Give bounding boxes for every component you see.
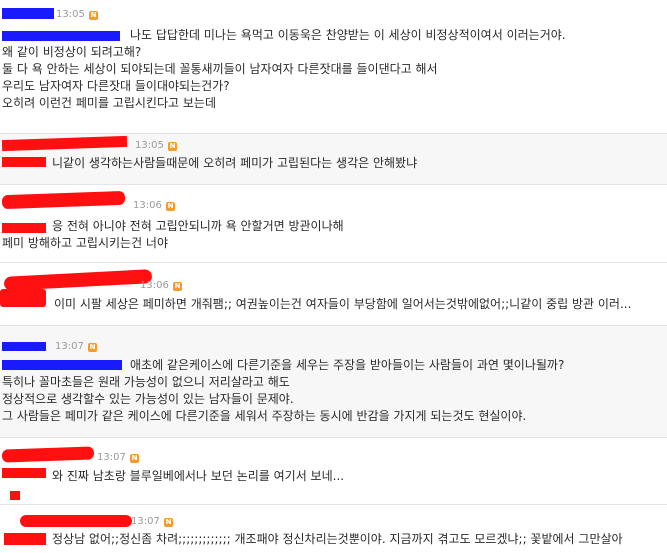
comment-text: 응 전혀 아니야 전혀 고립안되니까 욕 안할거면 방관이나해 (52, 219, 344, 233)
comment-6: 13:07 N 와 진짜 남초랑 블루일베에서나 보던 논리를 여기서 보네..… (0, 438, 667, 504)
redacted-mention (2, 468, 46, 478)
comment-time: 13:07 (131, 516, 160, 527)
comment-text: 우리도 남자여자 다른잣대 들이대야되는건가? (2, 79, 230, 93)
redacted-username (20, 515, 132, 527)
comment-text: 니같이 생각하는사람들때문에 오히려 페미가 고립된다는 생각은 안해봤냐 (52, 156, 418, 170)
new-badge-icon: N (166, 202, 175, 211)
comment-1: 13:05 N 나도 답답한데 미나는 욕먹고 이동욱은 찬양받는 이 세상이 … (0, 0, 667, 133)
redacted-mention (2, 223, 46, 233)
new-badge-icon: N (89, 11, 98, 20)
comment-2: 13:05 N 니같이 생각하는사람들때문에 오히려 페미가 고립된다는 생각은… (0, 134, 667, 184)
comment-text: 둘 다 욕 안하는 세상이 되야되는데 꼴통새끼들이 남자여자 다른잣대를 들이… (2, 62, 438, 76)
comment-5: 13:07 N 애초에 같은케이스에 다른기준을 세우는 주장을 받아들이는 사… (0, 326, 667, 437)
comment-4: 13:06 N 이미 시팔 세상은 페미하면 개줘팸;; 여권높이는건 여자들이… (0, 263, 667, 325)
redacted-username (2, 342, 46, 351)
redaction-mark (10, 491, 20, 500)
new-badge-icon: N (88, 343, 97, 352)
comment-text: 왜 같이 비정상이 되려고해? (2, 45, 142, 59)
redacted-username (3, 269, 153, 291)
comment-text: 애초에 같은케이스에 다른기준을 세우는 주장을 받아들이는 사람들이 과연 몇… (130, 358, 565, 372)
new-badge-icon: N (173, 282, 182, 291)
redacted-username (1, 446, 95, 463)
redacted-mention (0, 289, 46, 307)
comment-text: 정상남 없어;;정신좀 차려;;;;;;;;;;;;; 개조패야 정신차리는것뿐… (52, 532, 623, 546)
comment-time: 13:06 (133, 200, 162, 211)
comment-time: 13:07 (55, 341, 84, 352)
redacted-mention (2, 360, 122, 370)
comment-text: 와 진짜 남초랑 블루일베에서나 보던 논리를 여기서 보네... (52, 469, 345, 483)
comment-7: 13:07 N 정상남 없어;;정신좀 차려;;;;;;;;;;;;; 개조패야… (0, 505, 667, 553)
comment-time: 13:05 (56, 9, 85, 20)
redacted-username (1, 190, 126, 210)
new-badge-icon: N (164, 518, 173, 527)
redacted-mention (2, 157, 46, 167)
redacted-mention (4, 533, 46, 545)
comment-text: 정상적으로 생각할수 있는 가능성이 있는 남자들이 문제야. (2, 392, 294, 406)
new-badge-icon: N (130, 454, 139, 463)
comment-3: 13:06 N 응 전혀 아니야 전혀 고립안되니까 욕 안할거면 방관이나해 … (0, 185, 667, 262)
redacted-mention (2, 31, 120, 41)
comment-time: 13:06 (140, 280, 169, 291)
comment-text: 이미 시팔 세상은 페미하면 개줘팸;; 여권높이는건 여자들이 부당함에 일어… (54, 297, 632, 311)
comment-text: 특히나 꼴마초들은 원래 가능성이 없으니 저리살라고 해도 (2, 375, 290, 389)
comment-text: 페미 방해하고 고립시키는건 너야 (2, 236, 169, 250)
comment-text: 오히려 이런건 페미를 고립시킨다고 보는데 (2, 96, 216, 110)
redacted-username (2, 8, 54, 19)
redacted-username (1, 135, 128, 152)
comment-time: 13:05 (135, 140, 164, 151)
comment-text: 그 사람들은 페미가 같은 케이스에 다른기준을 세워서 주장하는 동시에 반감… (2, 409, 527, 423)
comment-text: 나도 답답한데 미나는 욕먹고 이동욱은 찬양받는 이 세상이 비정상적이여서 … (130, 28, 566, 42)
comment-time: 13:07 (97, 452, 126, 463)
new-badge-icon: N (168, 142, 177, 151)
